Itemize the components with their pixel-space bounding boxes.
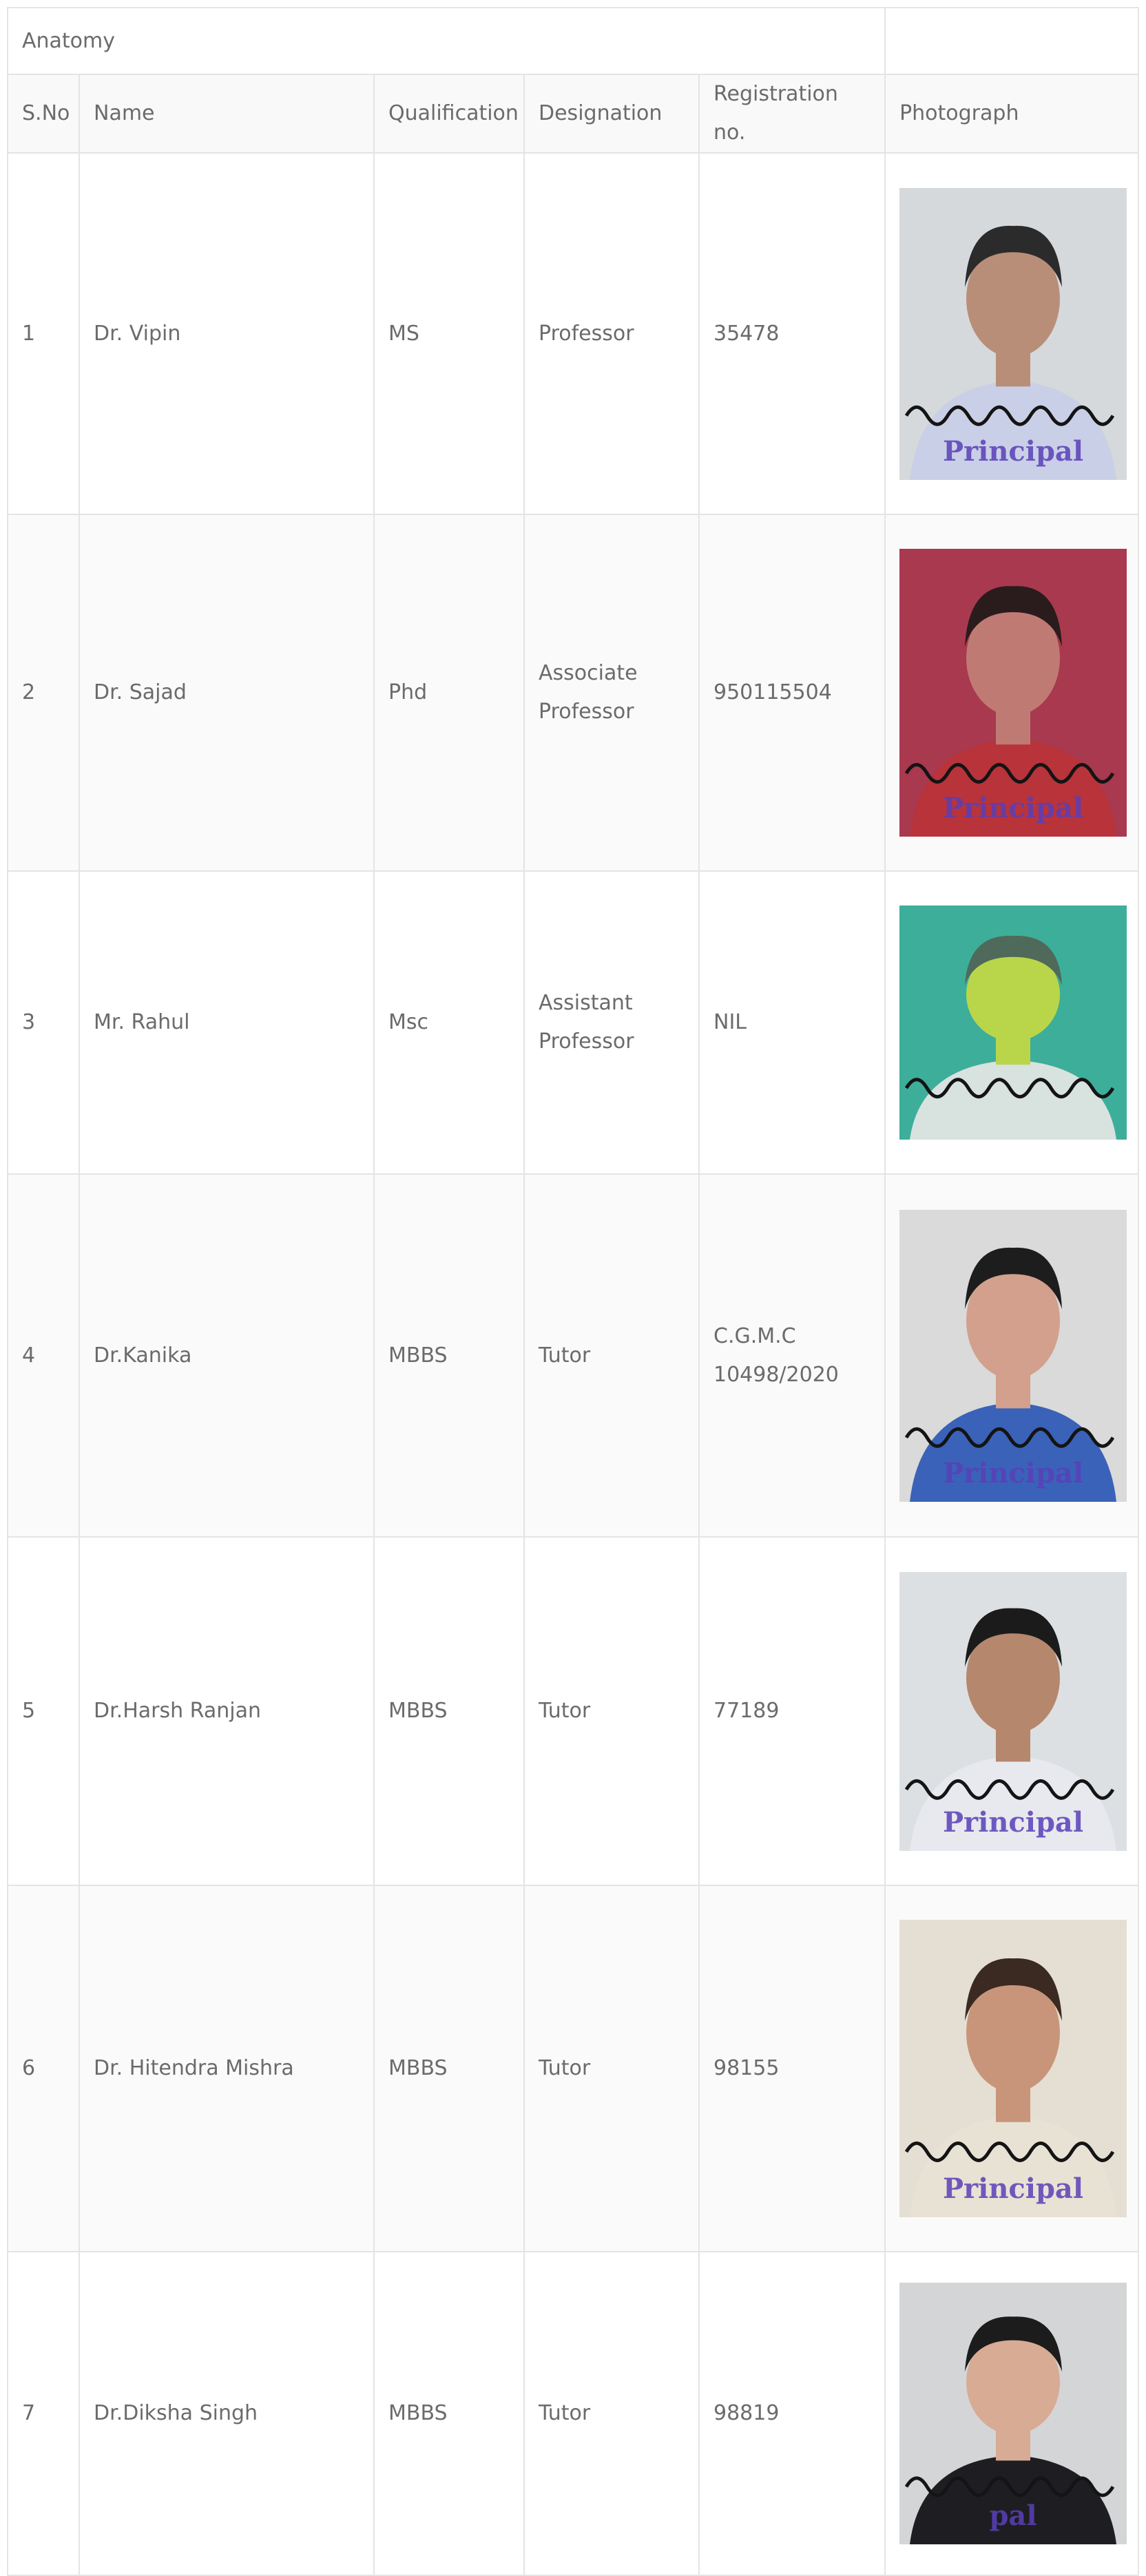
cell-photograph: pal	[884, 2251, 1140, 2576]
staff-photograph	[899, 905, 1127, 1140]
svg-text:Principal: Principal	[943, 435, 1083, 468]
cell-name: Dr.Kanika	[79, 1173, 375, 1538]
table-header-row: S.No Name Qualification Designation Regi…	[7, 74, 1140, 154]
section-title-empty-cell	[884, 7, 1140, 75]
table-row: 7 Dr.Diksha Singh MBBS Tutor 98819 pal	[7, 2251, 1140, 2576]
cell-registration: 98155	[698, 1885, 886, 2252]
cell-designation: Assistant Professor	[523, 870, 700, 1175]
header-sno: S.No	[7, 74, 80, 154]
svg-text:Principal: Principal	[943, 2172, 1083, 2205]
cell-qualification: MBBS	[373, 1885, 525, 2252]
staff-photograph: Principal	[899, 1209, 1127, 1502]
cell-qualification: MS	[373, 152, 525, 515]
cell-sno: 4	[7, 1173, 80, 1538]
table-row: 3 Mr. Rahul Msc Assistant Professor NIL	[7, 870, 1140, 1175]
staff-photograph: Principal	[899, 187, 1127, 480]
portrait-image: Principal	[899, 187, 1127, 480]
faculty-table: Anatomy S.No Name Qualification Designat…	[6, 7, 1140, 2576]
cell-registration: 98819	[698, 2251, 886, 2576]
cell-sno: 7	[7, 2251, 80, 2576]
portrait-image: Principal	[899, 1920, 1127, 2217]
cell-name: Dr.Harsh Ranjan	[79, 1536, 375, 1886]
cell-qualification: MBBS	[373, 1536, 525, 1886]
cell-designation: Tutor	[523, 1173, 700, 1538]
table-row: 1 Dr. Vipin MS Professor 35478 Principal	[7, 152, 1140, 515]
cell-designation: Associate Professor	[523, 514, 700, 872]
faculty-table-container: Anatomy S.No Name Qualification Designat…	[6, 7, 1140, 2576]
cell-registration: 35478	[698, 152, 886, 515]
table-body: 1 Dr. Vipin MS Professor 35478 Principal 2 Dr. …	[7, 152, 1140, 2576]
staff-photograph: Principal	[899, 1571, 1127, 1851]
portrait-image: Principal	[899, 1209, 1127, 1502]
staff-photograph: pal	[899, 2283, 1127, 2544]
section-title-row: Anatomy	[6, 7, 1140, 75]
header-name: Name	[79, 74, 375, 154]
cell-name: Dr.Diksha Singh	[79, 2251, 375, 2576]
staff-photograph: Principal	[899, 1920, 1127, 2217]
cell-photograph: Principal	[884, 1885, 1140, 2252]
header-photograph: Photograph	[884, 74, 1140, 154]
table-row: 6 Dr. Hitendra Mishra MBBS Tutor 98155 Princi…	[7, 1885, 1140, 2252]
header-qualification: Qualification	[373, 74, 525, 154]
cell-photograph: Principal	[884, 1536, 1140, 1886]
cell-sno: 6	[7, 1885, 80, 2252]
svg-text:Principal: Principal	[943, 792, 1083, 824]
cell-name: Mr. Rahul	[79, 870, 375, 1175]
portrait-image: pal	[899, 2283, 1127, 2544]
cell-registration: 950115504	[698, 514, 886, 872]
cell-registration: 77189	[698, 1536, 886, 1886]
cell-designation: Tutor	[523, 1885, 700, 2252]
portrait-image	[899, 905, 1127, 1140]
cell-qualification: MBBS	[373, 1173, 525, 1538]
cell-registration: C.G.M.C 10498/2020	[698, 1173, 886, 1538]
cell-name: Dr. Hitendra Mishra	[79, 1885, 375, 2252]
header-registration: Registration no.	[698, 74, 886, 154]
cell-photograph	[884, 870, 1140, 1175]
staff-photograph: Principal	[899, 549, 1127, 837]
cell-name: Dr. Sajad	[79, 514, 375, 872]
cell-name: Dr. Vipin	[79, 152, 375, 515]
table-row: 5 Dr.Harsh Ranjan MBBS Tutor 77189 Principal	[7, 1536, 1140, 1886]
cell-sno: 5	[7, 1536, 80, 1886]
svg-text:Principal: Principal	[943, 1806, 1083, 1839]
cell-photograph: Principal	[884, 152, 1140, 515]
cell-qualification: Msc	[373, 870, 525, 1175]
cell-registration: NIL	[698, 870, 886, 1175]
table-row: 4 Dr.Kanika MBBS Tutor C.G.M.C 10498/2020 Pri…	[7, 1173, 1140, 1538]
svg-text:pal: pal	[990, 2500, 1037, 2532]
header-designation: Designation	[523, 74, 700, 154]
portrait-image: Principal	[899, 549, 1127, 837]
portrait-image: Principal	[899, 1571, 1127, 1851]
cell-designation: Tutor	[523, 2251, 700, 2576]
table-row: 2 Dr. Sajad Phd Associate Professor 95011550…	[7, 514, 1140, 872]
cell-sno: 3	[7, 870, 80, 1175]
cell-qualification: MBBS	[373, 2251, 525, 2576]
section-title: Anatomy	[6, 7, 886, 75]
cell-sno: 1	[7, 152, 80, 515]
cell-designation: Professor	[523, 152, 700, 515]
svg-text:Principal: Principal	[943, 1457, 1083, 1489]
cell-sno: 2	[7, 514, 80, 872]
cell-photograph: Principal	[884, 1173, 1140, 1538]
cell-qualification: Phd	[373, 514, 525, 872]
cell-photograph: Principal	[884, 514, 1140, 872]
cell-designation: Tutor	[523, 1536, 700, 1886]
